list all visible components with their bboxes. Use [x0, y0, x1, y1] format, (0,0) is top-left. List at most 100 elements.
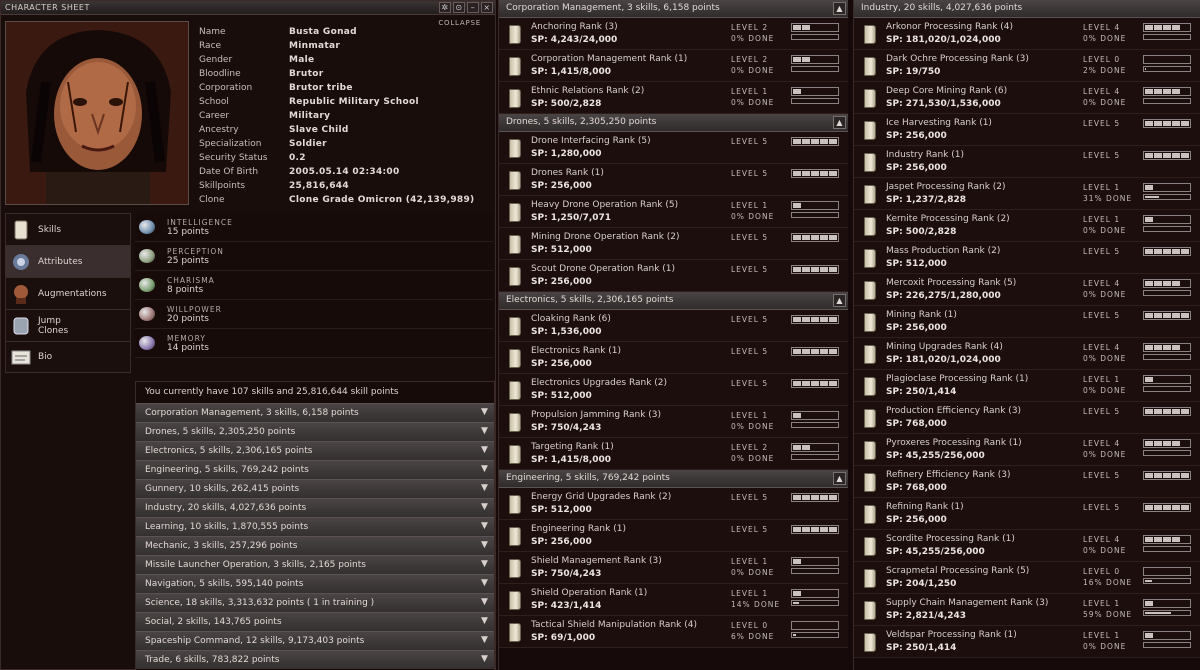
skill-progress-bar	[791, 212, 839, 218]
skill-group-row[interactable]: Spaceship Command, 12 skills, 9,173,403 …	[136, 631, 494, 650]
skill-row[interactable]: Targeting Rank (1) SP: 1,415/8,000 LEVEL 2…	[499, 438, 848, 470]
skill-group-row[interactable]: Industry, 20 skills, 4,027,636 points ▼	[136, 498, 494, 517]
skill-row[interactable]: Drones Rank (1) SP: 256,000 LEVEL 5	[499, 164, 848, 196]
skillbook-icon	[509, 25, 521, 44]
skill-row[interactable]: Dark Ochre Processing Rank (3) SP: 19/750…	[854, 50, 1200, 82]
skill-group-header[interactable]: Corporation Management, 3 skills, 6,158 …	[499, 0, 848, 18]
skill-row[interactable]: Drone Interfacing Rank (5) SP: 1,280,000 L…	[499, 132, 848, 164]
skill-row[interactable]: Mining Rank (1) SP: 256,000 LEVEL 5	[854, 306, 1200, 338]
skill-row[interactable]: Mercoxit Processing Rank (5) SP: 226,275/…	[854, 274, 1200, 306]
expand-chevron-icon[interactable]: ▼	[478, 463, 491, 476]
skill-row[interactable]: Ice Harvesting Rank (1) SP: 256,000 LEVEL …	[854, 114, 1200, 146]
nav-item-bio[interactable]: Bio	[5, 341, 131, 373]
expand-chevron-icon[interactable]: ▼	[478, 482, 491, 495]
skill-row[interactable]: Anchoring Rank (3) SP: 4,243/24,000 LEVEL …	[499, 18, 848, 50]
skill-name: Energy Grid Upgrades Rank (2)	[531, 492, 672, 502]
skill-group-header[interactable]: Industry, 20 skills, 4,027,636 points	[854, 0, 1200, 18]
skill-row[interactable]: Plagioclase Processing Rank (1) SP: 250/1…	[854, 370, 1200, 402]
window-titlebar[interactable]: CHARACTER SHEET ✲ ⊙ – ×	[1, 1, 495, 15]
skill-row[interactable]: Scordite Processing Rank (1) SP: 45,255/2…	[854, 530, 1200, 562]
skill-group-row[interactable]: Drones, 5 skills, 2,305,250 points ▼	[136, 422, 494, 441]
skill-row[interactable]: Ethnic Relations Rank (2) SP: 500/2,828 LE…	[499, 82, 848, 114]
skill-row[interactable]: Propulsion Jamming Rank (3) SP: 750/4,243…	[499, 406, 848, 438]
skill-row[interactable]: Heavy Drone Operation Rank (5) SP: 1,250/…	[499, 196, 848, 228]
skill-group-row[interactable]: Learning, 10 skills, 1,870,555 points ▼	[136, 517, 494, 536]
skill-row[interactable]: Mining Drone Operation Rank (2) SP: 512,0…	[499, 228, 848, 260]
skill-row[interactable]: Electronics Upgrades Rank (2) SP: 512,000…	[499, 374, 848, 406]
skill-group-row[interactable]: Mechanic, 3 skills, 257,296 points ▼	[136, 536, 494, 555]
collapse-chevron-icon[interactable]: ▲	[833, 116, 846, 129]
skill-row[interactable]: Energy Grid Upgrades Rank (2) SP: 512,000…	[499, 488, 848, 520]
expand-chevron-icon[interactable]: ▼	[478, 425, 491, 438]
skill-group-row[interactable]: Engineering, 5 skills, 769,242 points ▼	[136, 460, 494, 479]
skill-progress-text: 0% DONE	[731, 34, 775, 43]
skill-row[interactable]: Refining Rank (1) SP: 256,000 LEVEL 5	[854, 498, 1200, 530]
collapse-chevron-icon[interactable]: ▲	[833, 294, 846, 307]
skill-row[interactable]: Cloaking Rank (6) SP: 1,536,000 LEVEL 5	[499, 310, 848, 342]
skill-row[interactable]: Shield Operation Rank (1) SP: 423/1,414 LE…	[499, 584, 848, 616]
skill-row[interactable]: Refinery Efficiency Rank (3) SP: 768,000 L…	[854, 466, 1200, 498]
skill-row[interactable]: Industry Rank (1) SP: 256,000 LEVEL 5	[854, 146, 1200, 178]
skill-group-row[interactable]: Electronics, 5 skills, 2,306,165 points ▼	[136, 441, 494, 460]
pin-icon[interactable]: ⊙	[453, 2, 465, 13]
skill-group-row[interactable]: Corporation Management, 3 skills, 6,158 …	[136, 403, 494, 422]
skill-row[interactable]: Electronics Rank (1) SP: 256,000 LEVEL 5	[499, 342, 848, 374]
skill-group-header[interactable]: Electronics, 5 skills, 2,306,165 points ▲	[499, 292, 848, 310]
skill-group-row[interactable]: Missile Launcher Operation, 3 skills, 2,…	[136, 555, 494, 574]
skill-row[interactable]: Supply Chain Management Rank (3) SP: 2,82…	[854, 594, 1200, 626]
skill-group-header[interactable]: Drones, 5 skills, 2,305,250 points ▲	[499, 114, 848, 132]
skill-row[interactable]: Mass Production Rank (2) SP: 512,000 LEVEL…	[854, 242, 1200, 274]
skill-name: Mass Production Rank (2)	[886, 246, 1001, 256]
close-icon[interactable]: ×	[481, 2, 493, 13]
expand-chevron-icon[interactable]: ▼	[478, 596, 491, 609]
expand-chevron-icon[interactable]: ▼	[478, 539, 491, 552]
skill-row[interactable]: Tactical Shield Manipulation Rank (4) SP:…	[499, 616, 848, 648]
skill-row[interactable]: Arkonor Processing Rank (4) SP: 181,020/1…	[854, 18, 1200, 50]
skill-progress-bar	[791, 66, 839, 72]
skillbook-icon	[509, 527, 521, 546]
skill-row[interactable]: Production Efficiency Rank (3) SP: 768,00…	[854, 402, 1200, 434]
skill-group-row[interactable]: Navigation, 5 skills, 595,140 points ▼	[136, 574, 494, 593]
settings-icon[interactable]: ✲	[439, 2, 451, 13]
info-row: Security Status 0.2	[199, 151, 499, 165]
skill-row[interactable]: Scrapmetal Processing Rank (5) SP: 204/1,…	[854, 562, 1200, 594]
expand-chevron-icon[interactable]: ▼	[478, 653, 491, 666]
collapse-chevron-icon[interactable]: ▲	[833, 472, 846, 485]
intelligence-icon	[139, 220, 155, 234]
expand-chevron-icon[interactable]: ▼	[478, 634, 491, 647]
skill-group-row[interactable]: Science, 18 skills, 3,313,632 points ( 1…	[136, 593, 494, 612]
expand-chevron-icon[interactable]: ▼	[478, 406, 491, 419]
expand-chevron-icon[interactable]: ▼	[478, 520, 491, 533]
skill-row[interactable]: Deep Core Mining Rank (6) SP: 271,530/1,5…	[854, 82, 1200, 114]
skill-row[interactable]: Jaspet Processing Rank (2) SP: 1,237/2,82…	[854, 178, 1200, 210]
skill-row[interactable]: Shield Management Rank (3) SP: 750/4,243 L…	[499, 552, 848, 584]
nav-item-attributes[interactable]: Attributes	[5, 245, 131, 277]
nav-item-skills[interactable]: Skills	[5, 213, 131, 245]
attribute-row: MEMORY 14 points	[135, 329, 493, 358]
skill-level-boxes	[791, 411, 839, 420]
nav-item-augmentations[interactable]: Augmentations	[5, 277, 131, 309]
skill-group-row[interactable]: Trade, 6 skills, 783,822 points ▼	[136, 650, 494, 669]
info-label: Career	[199, 111, 230, 121]
skill-group-row[interactable]: Social, 2 skills, 143,765 points ▼	[136, 612, 494, 631]
skill-progress-bar	[1143, 290, 1191, 296]
skill-row[interactable]: Kernite Processing Rank (2) SP: 500/2,828…	[854, 210, 1200, 242]
skill-row[interactable]: Veldspar Processing Rank (1) SP: 250/1,41…	[854, 626, 1200, 658]
expand-chevron-icon[interactable]: ▼	[478, 444, 491, 457]
skill-row[interactable]: Scout Drone Operation Rank (1) SP: 256,00…	[499, 260, 848, 292]
skill-group-row[interactable]: Gunnery, 10 skills, 262,415 points ▼	[136, 479, 494, 498]
skill-level-boxes	[791, 87, 839, 96]
expand-chevron-icon[interactable]: ▼	[478, 615, 491, 628]
expand-chevron-icon[interactable]: ▼	[478, 577, 491, 590]
skill-row[interactable]: Mining Upgrades Rank (4) SP: 181,020/1,02…	[854, 338, 1200, 370]
expand-chevron-icon[interactable]: ▼	[478, 501, 491, 514]
nav-item-jump-clones[interactable]: Jump Clones	[5, 309, 131, 341]
expand-chevron-icon[interactable]: ▼	[478, 558, 491, 571]
collapse-chevron-icon[interactable]: ▲	[833, 2, 846, 15]
skill-row[interactable]: Pyroxeres Processing Rank (1) SP: 45,255/…	[854, 434, 1200, 466]
skill-group-header[interactable]: Engineering, 5 skills, 769,242 points ▲	[499, 470, 848, 488]
minimize-icon[interactable]: –	[467, 2, 479, 13]
skill-row[interactable]: Corporation Management Rank (1) SP: 1,415…	[499, 50, 848, 82]
skill-row[interactable]: Engineering Rank (1) SP: 256,000 LEVEL 5	[499, 520, 848, 552]
info-row: Name Busta Gonad	[199, 25, 499, 39]
